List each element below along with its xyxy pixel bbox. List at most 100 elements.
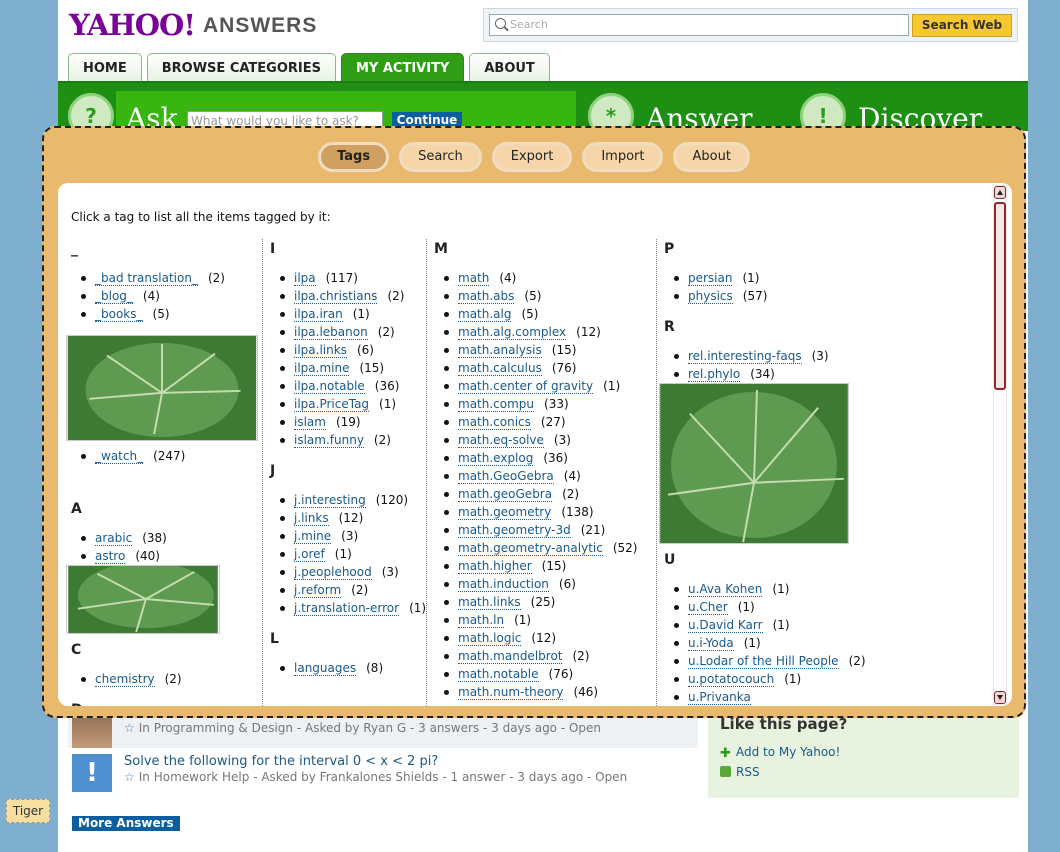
tag-link[interactable]: u.Privanka bbox=[688, 690, 751, 705]
tag-link[interactable]: math.eq-solve bbox=[458, 433, 544, 448]
tag-link[interactable]: ilpa.iran bbox=[294, 307, 343, 322]
tag-link[interactable]: math.induction bbox=[458, 577, 549, 592]
tag-link[interactable]: languages bbox=[294, 661, 357, 676]
tag-link[interactable]: chemistry bbox=[95, 672, 155, 687]
tab-my-activity[interactable]: MY ACTIVITY bbox=[340, 53, 465, 82]
tag-link[interactable]: u.David Karr bbox=[688, 618, 763, 633]
tag-link[interactable]: ilpa bbox=[294, 271, 316, 286]
tag-link[interactable]: math.geometry-analytic bbox=[458, 541, 603, 556]
tags-button[interactable]: Tags bbox=[318, 142, 390, 172]
tag-link[interactable]: math.abs bbox=[458, 289, 515, 304]
tag-link[interactable]: j.mine bbox=[294, 529, 332, 544]
tag-link[interactable]: math.explog bbox=[458, 451, 534, 466]
tag-link[interactable]: persian bbox=[688, 271, 733, 286]
tab-home[interactable]: HOME bbox=[68, 53, 142, 82]
tag-list-item: u.Ava Kohen (1) bbox=[664, 580, 984, 598]
section-heading: P bbox=[664, 241, 675, 257]
tag-link[interactable]: astro bbox=[95, 549, 126, 564]
tag-link[interactable]: _books_ bbox=[95, 307, 143, 322]
more-answers-button[interactable]: More Answers bbox=[72, 816, 180, 831]
tag-count: (12) bbox=[576, 325, 601, 339]
tag-link[interactable]: u.Lodar of the Hill People bbox=[688, 654, 839, 669]
tag-link[interactable]: ilpa.christians bbox=[294, 289, 378, 304]
tag-link[interactable]: u.potatocouch bbox=[688, 672, 775, 687]
yahoo-answers-logo[interactable]: YAHOO! ANSWERS bbox=[69, 6, 317, 40]
tag-link[interactable]: math.alg bbox=[458, 307, 512, 322]
search-button[interactable]: Search bbox=[399, 142, 482, 172]
tag-link[interactable]: j.translation-error bbox=[294, 601, 400, 616]
tag-link[interactable]: j.links bbox=[294, 511, 329, 526]
section-heading: A bbox=[71, 501, 82, 517]
add-to-my-yahoo-link[interactable]: ✚ Add to My Yahoo! bbox=[720, 745, 840, 760]
tag-link[interactable]: math.conics bbox=[458, 415, 531, 430]
tag-link[interactable]: ilpa.PriceTag bbox=[294, 397, 370, 412]
tag-link[interactable]: math.calculus bbox=[458, 361, 542, 376]
tag-link[interactable]: ilpa.notable bbox=[294, 379, 365, 394]
tag-list-item: j.links (12) bbox=[270, 509, 430, 527]
about-button[interactable]: About bbox=[673, 142, 750, 172]
tag-link[interactable]: math.ln bbox=[458, 613, 505, 628]
question-avatar-icon[interactable]: ! bbox=[72, 754, 112, 792]
tag-list-item: math.mandelbrot (2) bbox=[434, 647, 654, 665]
tag-link[interactable]: rel.phylo bbox=[688, 367, 741, 382]
tag-list-item: rel.phylo (34) bbox=[664, 365, 984, 383]
tag-link[interactable]: _bad translation_ bbox=[95, 271, 198, 286]
star-icon[interactable]: ☆ bbox=[124, 770, 135, 784]
import-button[interactable]: Import bbox=[582, 142, 664, 172]
tag-list-item: math.GeoGebra (4) bbox=[434, 467, 654, 485]
search-input[interactable]: Search bbox=[489, 14, 909, 36]
tag-link[interactable]: math bbox=[458, 271, 490, 286]
tag-link[interactable]: math.links bbox=[458, 595, 521, 610]
rss-link[interactable]: RSS bbox=[720, 765, 760, 779]
tag-link[interactable]: math.notable bbox=[458, 667, 539, 682]
scroll-thumb[interactable] bbox=[994, 202, 1006, 390]
search-web-button[interactable]: Search Web bbox=[912, 14, 1012, 37]
tag-link[interactable]: ilpa.links bbox=[294, 343, 347, 358]
tag-link[interactable]: ilpa.lebanon bbox=[294, 325, 368, 340]
tag-link[interactable]: u.Cher bbox=[688, 600, 728, 615]
tag-link[interactable]: j.oref bbox=[294, 547, 325, 562]
question-title[interactable]: Solve the following for the interval 0 <… bbox=[124, 754, 438, 769]
tag-link[interactable]: _watch_ bbox=[95, 449, 144, 464]
star-icon[interactable]: ☆ bbox=[124, 721, 135, 735]
tag-link[interactable]: math.num-theory bbox=[458, 685, 564, 700]
tag-list-item: rel.interesting-faqs (3) bbox=[664, 347, 984, 365]
tag-link[interactable]: math.mandelbrot bbox=[458, 649, 563, 664]
tag-list-area: Click a tag to list all the items tagged… bbox=[58, 183, 1012, 706]
scroll-down-arrow-icon[interactable] bbox=[994, 691, 1006, 704]
tag-link[interactable]: j.reform bbox=[294, 583, 342, 598]
tag-count: (120) bbox=[375, 493, 409, 507]
tag-link[interactable]: math.higher bbox=[458, 559, 532, 574]
tag-link[interactable]: ilpa.mine bbox=[294, 361, 350, 376]
tag-link[interactable]: math.compu bbox=[458, 397, 535, 412]
tag-count: (1) bbox=[772, 618, 790, 632]
tag-link[interactable]: rel.interesting-faqs bbox=[688, 349, 802, 364]
tag-link[interactable]: math.center of gravity bbox=[458, 379, 594, 394]
vertical-scrollbar[interactable] bbox=[993, 185, 1007, 705]
tag-link[interactable]: _blog_ bbox=[95, 289, 133, 304]
tag-link[interactable]: j.interesting bbox=[294, 493, 366, 508]
export-button[interactable]: Export bbox=[491, 142, 573, 172]
tag-list: _watch_ (247) bbox=[71, 447, 251, 465]
tag-link[interactable]: math.alg.complex bbox=[458, 325, 567, 340]
tab-about[interactable]: ABOUT bbox=[469, 53, 550, 82]
tag-link[interactable]: islam bbox=[294, 415, 326, 430]
tag-link[interactable]: math.GeoGebra bbox=[458, 469, 554, 484]
tag-count: (38) bbox=[142, 531, 167, 545]
tag-link[interactable]: u.Ava Kohen bbox=[688, 582, 763, 597]
tag-link[interactable]: j.peoplehood bbox=[294, 565, 372, 580]
tiger-label[interactable]: Tiger bbox=[6, 799, 50, 823]
tag-link[interactable]: math.analysis bbox=[458, 343, 542, 358]
tag-link[interactable]: math.geometry bbox=[458, 505, 552, 520]
tab-browse-categories[interactable]: BROWSE CATEGORIES bbox=[146, 53, 336, 82]
tag-link[interactable]: math.geoGebra bbox=[458, 487, 553, 502]
tag-link[interactable]: math.logic bbox=[458, 631, 522, 646]
question-meta: ☆ In Programming & Design - Asked by Ryan… bbox=[124, 721, 601, 735]
tag-link[interactable]: physics bbox=[688, 289, 733, 304]
tag-link[interactable]: math.geometry-3d bbox=[458, 523, 571, 538]
tag-link[interactable]: u.i-Yoda bbox=[688, 636, 734, 651]
tag-count: (2) bbox=[373, 433, 391, 447]
tag-link[interactable]: arabic bbox=[95, 531, 133, 546]
tag-link[interactable]: islam.funny bbox=[294, 433, 364, 448]
scroll-up-arrow-icon[interactable] bbox=[994, 186, 1006, 199]
